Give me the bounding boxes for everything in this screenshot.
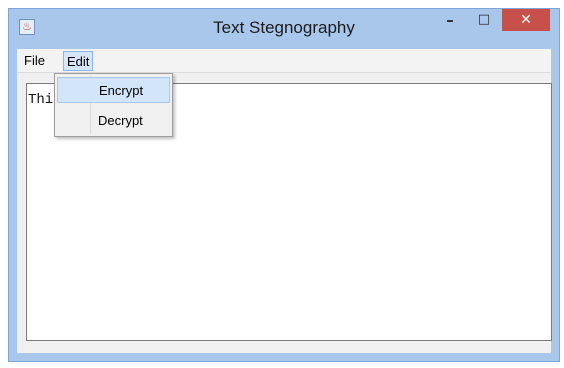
close-button[interactable]: ✕ — [502, 9, 550, 31]
decrypt-label: Decrypt — [98, 113, 143, 128]
menu-file[interactable]: File — [21, 51, 48, 71]
title-bar[interactable]: ♨ Text Stegnography – □ ✕ — [9, 9, 559, 47]
edit-dropdown-menu: Encrypt Decrypt — [54, 73, 173, 137]
encrypt-menu-item[interactable]: Encrypt — [57, 77, 170, 103]
maximize-button[interactable]: □ — [471, 9, 497, 31]
minimize-button[interactable]: – — [437, 9, 463, 31]
encrypt-label: Encrypt — [99, 83, 144, 98]
decrypt-menu-item[interactable]: Decrypt — [57, 108, 170, 134]
app-window: ♨ Text Stegnography – □ ✕ File Edit Thi … — [8, 8, 560, 362]
menu-edit[interactable]: Edit — [63, 51, 94, 71]
menu-bar: File Edit — [17, 49, 551, 73]
